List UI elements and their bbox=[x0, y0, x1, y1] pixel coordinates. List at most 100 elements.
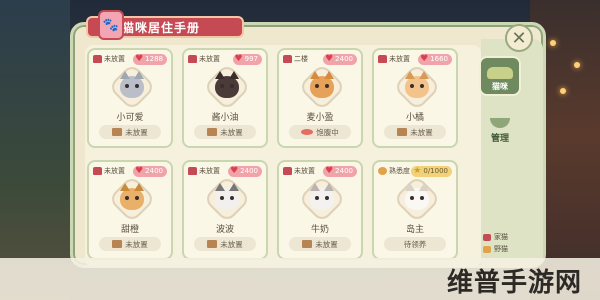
box-icon bbox=[207, 128, 218, 136]
status-text: 未放置 bbox=[315, 239, 338, 249]
status-text: 未放置 bbox=[125, 239, 148, 249]
status-button[interactable]: 饱腹中 bbox=[289, 125, 351, 139]
status-button[interactable]: 待领养 bbox=[384, 237, 446, 251]
cat-portrait-icon bbox=[307, 71, 337, 102]
floor-label: 未放置 bbox=[93, 166, 125, 176]
tab-cats[interactable]: 猫咪 bbox=[479, 56, 521, 96]
heart-icon: ♥ bbox=[135, 165, 144, 176]
status-text: 未放置 bbox=[220, 127, 243, 137]
floor-text: 未放置 bbox=[294, 167, 315, 175]
value-text: 1288 bbox=[145, 55, 163, 63]
house-icon bbox=[283, 55, 292, 63]
affection-badge: ♥ 1660 bbox=[418, 53, 452, 65]
floor-text: 未放置 bbox=[389, 55, 410, 63]
floor-text: 未放置 bbox=[199, 55, 220, 63]
card-header: 未放置 ♥ 2400 bbox=[188, 165, 262, 177]
tab-manage-label: 管理 bbox=[490, 134, 509, 144]
floor-label: 未放置 bbox=[283, 166, 315, 176]
floor-label: 未放置 bbox=[93, 54, 125, 64]
house-icon bbox=[188, 55, 197, 63]
cat-portrait-icon bbox=[307, 183, 337, 214]
house-icon bbox=[188, 167, 197, 175]
cat-name: 甜橙 bbox=[120, 225, 139, 235]
cat-card[interactable]: 未放置 ♥ 997 酱小油 未放置 bbox=[182, 48, 268, 148]
heart-icon: ♥ bbox=[234, 53, 243, 64]
affection-badge: ♥ 997 bbox=[232, 53, 262, 65]
heart-icon: ♥ bbox=[230, 165, 239, 176]
floor-label: 未放置 bbox=[188, 166, 220, 176]
affection-badge: ♥ 1288 bbox=[133, 53, 167, 65]
legend-label: 野猫 bbox=[494, 245, 508, 253]
value-text: 1660 bbox=[430, 55, 448, 63]
floor-text: 二楼 bbox=[294, 55, 308, 63]
heart-icon: ♥ bbox=[325, 53, 334, 64]
cat-name: 波波 bbox=[215, 225, 234, 235]
box-icon bbox=[112, 128, 123, 136]
status-button[interactable]: 未放置 bbox=[99, 125, 161, 139]
cat-card[interactable]: 未放置 ♥ 1288 小可爱 未放置 bbox=[87, 48, 173, 148]
cat-card[interactable]: 熟悉度 ★ 0/1000 岛主待领养 bbox=[372, 160, 458, 260]
status-button[interactable]: 未放置 bbox=[99, 237, 161, 251]
box-icon bbox=[397, 128, 408, 136]
status-button[interactable]: 未放置 bbox=[194, 237, 256, 251]
cat-portrait-icon bbox=[212, 71, 242, 102]
cat-card[interactable]: 未放置 ♥ 2400 甜橙 未放置 bbox=[87, 160, 173, 260]
status-text: 饱腹中 bbox=[316, 127, 339, 137]
floor-text: 未放置 bbox=[104, 167, 125, 175]
value-text: 2400 bbox=[240, 167, 258, 175]
wild-icon bbox=[483, 245, 491, 253]
cat-card[interactable]: 未放置 ♥ 2400 牛奶 未放置 bbox=[277, 160, 363, 260]
page-title: 猫咪居住手册 bbox=[122, 20, 201, 35]
house-icon bbox=[378, 55, 387, 63]
star-icon: ★ bbox=[413, 165, 422, 176]
lantern-light bbox=[574, 62, 580, 68]
legend: 家猫 野猫 bbox=[483, 231, 508, 255]
card-header: 未放置 ♥ 1288 bbox=[93, 53, 167, 65]
card-header: 未放置 ♥ 2400 bbox=[283, 165, 357, 177]
card-header: 未放置 ♥ 2400 bbox=[93, 165, 167, 177]
card-header: 未放置 ♥ 1660 bbox=[378, 53, 452, 65]
cat-name: 小可爱 bbox=[116, 113, 144, 123]
status-button[interactable]: 未放置 bbox=[384, 125, 446, 139]
status-text: 未放置 bbox=[220, 239, 243, 249]
status-text: 未放置 bbox=[410, 127, 433, 137]
status-button[interactable]: 未放置 bbox=[194, 125, 256, 139]
legend-item: 家猫 bbox=[483, 231, 508, 243]
floor-label: 未放置 bbox=[188, 54, 220, 64]
floor-label: 未放置 bbox=[378, 54, 410, 64]
cat-name: 岛主 bbox=[405, 225, 424, 235]
house-icon bbox=[283, 167, 292, 175]
house-icon bbox=[93, 55, 102, 63]
card-header: 未放置 ♥ 997 bbox=[188, 53, 262, 65]
cat-name: 酱小油 bbox=[211, 113, 239, 123]
lantern-light bbox=[550, 40, 556, 46]
floor-label: 熟悉度 bbox=[378, 166, 410, 176]
heart-icon: ♥ bbox=[420, 53, 429, 64]
lantern-light bbox=[560, 88, 566, 94]
value-text: 997 bbox=[244, 55, 258, 63]
cat-card[interactable]: 未放置 ♥ 1660 小橘 未放置 bbox=[372, 48, 458, 148]
box-icon bbox=[302, 240, 313, 248]
heart-icon: ♥ bbox=[325, 165, 334, 176]
affection-badge: ♥ 2400 bbox=[323, 165, 357, 177]
status-button[interactable]: 未放置 bbox=[289, 237, 351, 251]
value-text: 2400 bbox=[335, 55, 353, 63]
close-button[interactable]: ✕ bbox=[505, 24, 533, 52]
affection-badge: ♥ 2400 bbox=[133, 165, 167, 177]
tab-manage[interactable]: 管理 bbox=[479, 118, 521, 152]
familiarity-badge: ★ 0/1000 bbox=[411, 165, 452, 177]
fish-icon bbox=[301, 129, 314, 135]
background-left-scene bbox=[0, 0, 70, 300]
affection-badge: ♥ 2400 bbox=[323, 53, 357, 65]
cat-portrait-icon bbox=[212, 183, 242, 214]
paw-icon: 🐾 bbox=[98, 10, 124, 40]
house-icon bbox=[93, 167, 102, 175]
cat-card[interactable]: 二楼 ♥ 2400 麦小盈 饱腹中 bbox=[277, 48, 363, 148]
status-text: 待领养 bbox=[403, 239, 427, 249]
cat-portrait-icon bbox=[117, 71, 147, 102]
cat-card[interactable]: 未放置 ♥ 2400 波波 未放置 bbox=[182, 160, 268, 260]
cat-portrait-icon bbox=[402, 71, 432, 102]
house-icon bbox=[483, 233, 491, 241]
status-text: 未放置 bbox=[125, 127, 148, 137]
watermark: 维普手游网 bbox=[446, 268, 582, 298]
